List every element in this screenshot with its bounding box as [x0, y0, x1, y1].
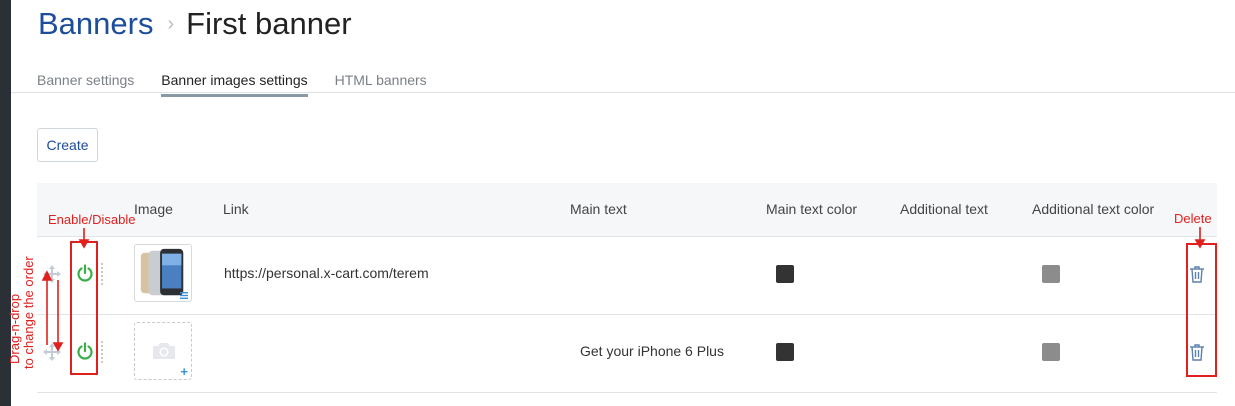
annotation-enable-disable-label: Enable/Disable: [48, 212, 136, 227]
breadcrumb-separator: ›: [167, 13, 175, 35]
banner-image-upload[interactable]: +: [134, 322, 192, 380]
row-menu-dots[interactable]: [101, 341, 103, 363]
row-menu-dots[interactable]: [101, 263, 103, 285]
image-menu-icon[interactable]: [180, 292, 188, 299]
column-header-main-text-color: Main text color: [766, 201, 858, 217]
breadcrumb-banners-link[interactable]: Banners: [38, 6, 153, 41]
column-header-link: Link: [223, 201, 249, 217]
link-field[interactable]: [224, 343, 438, 363]
annotation-drag-line2: to change the order: [21, 256, 36, 369]
additional-text-color-swatch[interactable]: [1042, 343, 1060, 361]
camera-icon: [153, 343, 175, 359]
annotation-delete-box: [1186, 243, 1217, 377]
page-title: First banner: [186, 6, 352, 41]
table-row: https://personal.x-cart.com/terem: [37, 236, 1217, 314]
annotation-drag-line1: Drag-n-drop: [7, 293, 22, 364]
link-field[interactable]: https://personal.x-cart.com/terem: [224, 265, 438, 285]
add-image-icon[interactable]: +: [180, 365, 188, 378]
tabs-divider: [11, 92, 1235, 93]
create-button[interactable]: Create: [37, 128, 98, 162]
additional-text-color-swatch[interactable]: [1042, 265, 1060, 283]
main-text-color-swatch[interactable]: [776, 265, 794, 283]
annotation-delete-label: Delete: [1174, 211, 1212, 226]
banner-image-thumbnail[interactable]: [134, 244, 192, 302]
annotation-drag-label: Drag-n-drop to change the order: [0, 251, 46, 369]
breadcrumb: Banners › First banner: [38, 4, 352, 48]
banner-images-table: Image Link Main text Main text color Add…: [37, 183, 1217, 393]
table-row: + Get your iPhone 6 Plus: [37, 314, 1217, 393]
main-text-field[interactable]: Get your iPhone 6 Plus: [580, 343, 724, 359]
column-header-main-text: Main text: [570, 201, 627, 217]
column-header-additional-text: Additional text: [900, 201, 988, 217]
main-text-color-swatch[interactable]: [776, 343, 794, 361]
table-header: Image Link Main text Main text color Add…: [37, 183, 1217, 236]
annotation-enable-disable-box: [70, 241, 98, 375]
page-content: Banners › First banner Banner settings Ban…: [11, 0, 1235, 406]
column-header-additional-text-color: Additional text color: [1032, 201, 1155, 217]
column-header-image: Image: [134, 201, 173, 217]
